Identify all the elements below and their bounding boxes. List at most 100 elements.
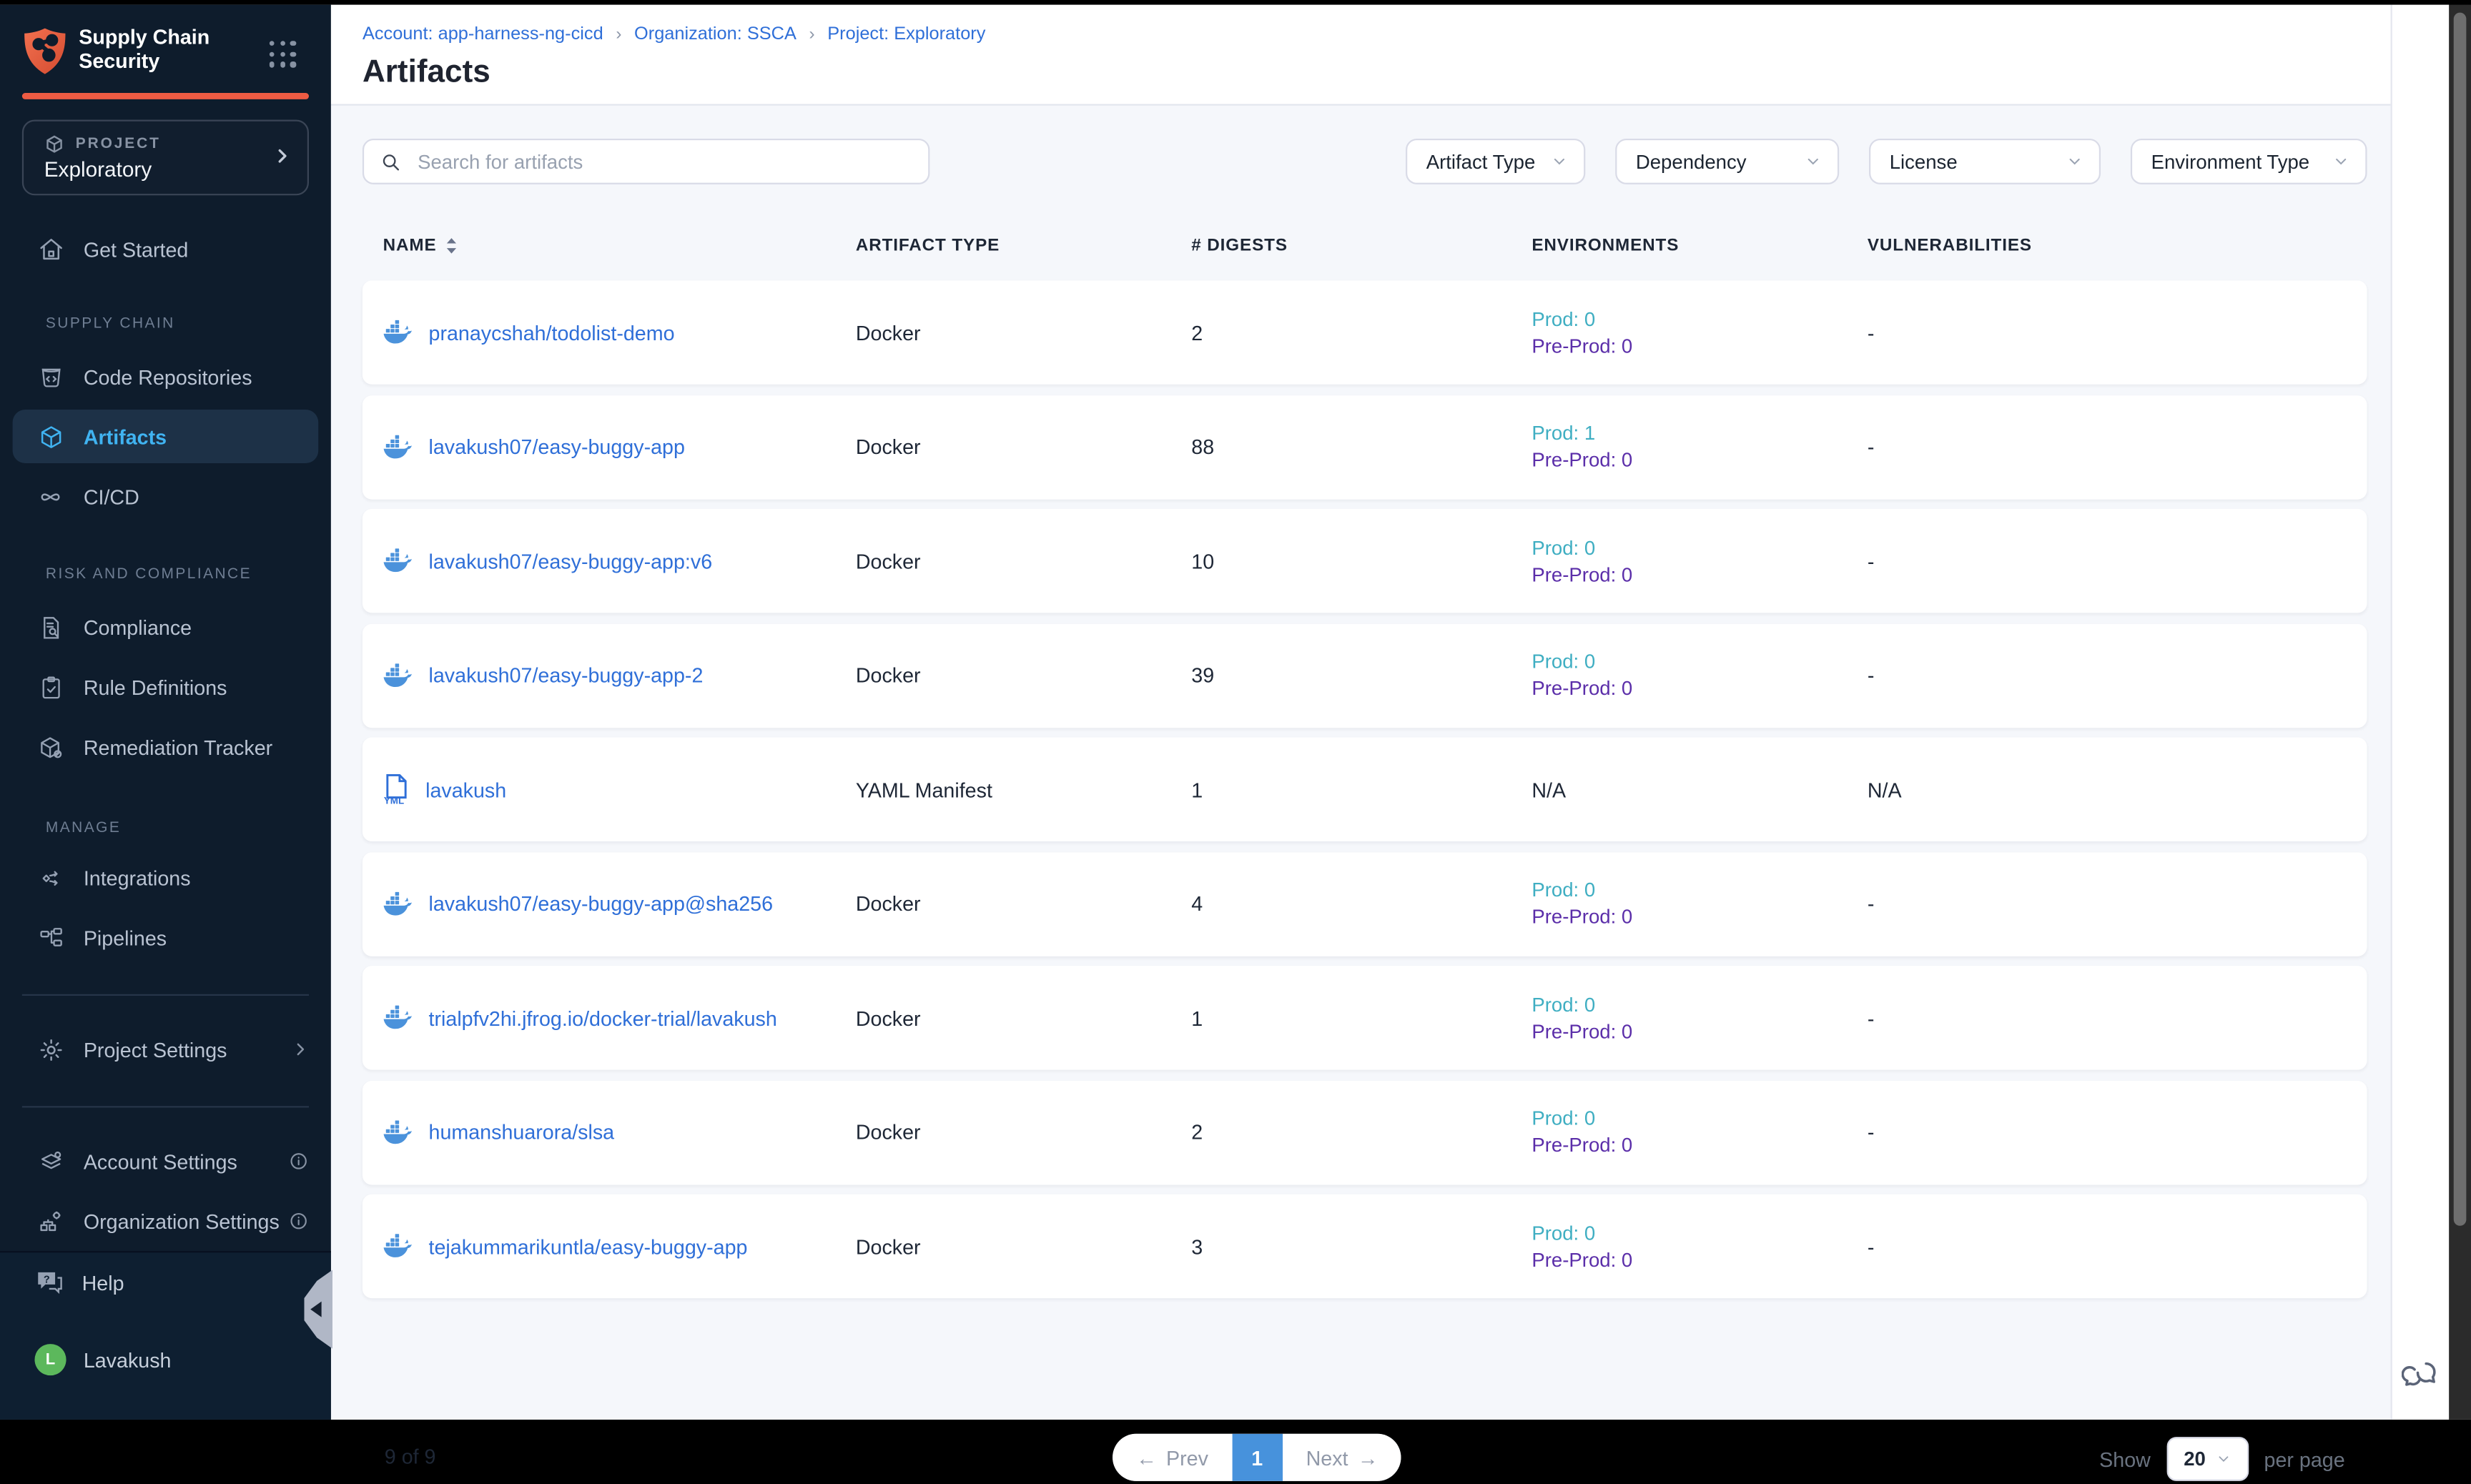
docker-icon: [383, 1005, 413, 1030]
right-gutter: [2391, 5, 2450, 1420]
pagination: ← Prev 1 Next →: [1113, 1434, 1401, 1481]
digest-count-value: 2: [1191, 1120, 1532, 1144]
prod-environment-link[interactable]: Prod: 0: [1532, 536, 1867, 558]
digest-count-value: 39: [1191, 663, 1532, 687]
prev-page-button[interactable]: ← Prev: [1113, 1434, 1232, 1481]
artifact-name-link[interactable]: lavakush07/easy-buggy-app:v6: [429, 549, 713, 573]
docker-icon: [383, 891, 413, 916]
breadcrumb-organization-link[interactable]: Organization: SSCA: [634, 25, 796, 44]
vulnerabilities-value: -: [1868, 1006, 2367, 1029]
artifact-type-value: Docker: [856, 321, 1191, 345]
arrow-left-icon: ←: [1136, 1445, 1157, 1469]
prod-environment-link[interactable]: Prod: 0: [1532, 1222, 1867, 1244]
sidebar-item-project-settings[interactable]: Project Settings: [0, 1019, 331, 1079]
prod-environment-link[interactable]: Prod: 0: [1532, 994, 1867, 1016]
docker-icon: [383, 663, 413, 688]
artifact-type-value: Docker: [856, 1235, 1191, 1258]
filter-artifact-type[interactable]: Artifact Type: [1406, 139, 1585, 184]
result-count: 9 of 9: [385, 1445, 436, 1468]
sidebar-item-remediation-tracker[interactable]: Remediation Tracker: [0, 717, 331, 777]
preprod-environment-link[interactable]: Pre-Prod: 0: [1532, 1134, 1867, 1157]
chevron-down-icon: [1805, 153, 1822, 170]
artifact-name-link[interactable]: lavakush07/easy-buggy-app: [429, 435, 685, 458]
page-size-control: Show 20 per page: [2099, 1437, 2345, 1481]
sidebar-item-organization-settings[interactable]: Organization Settings: [0, 1191, 331, 1251]
column-header-name[interactable]: NAME: [383, 237, 856, 255]
artifact-name-link[interactable]: trialpfv2hi.jfrog.io/docker-trial/lavaku…: [429, 1006, 777, 1029]
sidebar-item-artifacts[interactable]: Artifacts: [13, 410, 319, 463]
sidebar-item-code-repositories[interactable]: Code Repositories: [0, 347, 331, 407]
filter-dependency[interactable]: Dependency: [1615, 139, 1839, 184]
prod-environment-link[interactable]: Prod: 0: [1532, 308, 1867, 330]
sidebar-item-rule-definitions[interactable]: Rule Definitions: [0, 657, 331, 717]
vulnerabilities-value: -: [1868, 1235, 2367, 1258]
prod-environment-link[interactable]: Prod: 0: [1532, 1107, 1867, 1129]
docker-icon: [383, 1234, 413, 1259]
prod-environment-link[interactable]: Prod: 0: [1532, 651, 1867, 673]
artifact-name-link[interactable]: lavakush: [425, 778, 506, 801]
info-icon: [288, 1211, 309, 1232]
preprod-environment-link[interactable]: Pre-Prod: 0: [1532, 678, 1867, 700]
filter-license[interactable]: License: [1869, 139, 2101, 184]
sidebar-item-integrations[interactable]: Integrations: [0, 848, 331, 908]
project-name: Exploratory: [44, 157, 152, 181]
search-icon: [380, 150, 402, 172]
artifact-table: pranaycshah/todolist-demo Docker 2 Prod:…: [362, 280, 2367, 1308]
artifact-name-link[interactable]: lavakush07/easy-buggy-app-2: [429, 663, 704, 687]
column-header-environments: ENVIRONMENTS: [1532, 237, 1867, 255]
filter-group: Artifact Type Dependency License: [1406, 139, 2367, 184]
next-page-button[interactable]: Next →: [1283, 1434, 1402, 1481]
docker-icon: [383, 548, 413, 573]
window-top-edge: [0, 0, 2471, 5]
table-row: humanshuarora/slsa Docker 2 Prod: 0 Pre-…: [362, 1080, 2367, 1184]
environments-cell: Prod: 0 Pre-Prod: 0: [1532, 308, 1867, 357]
user-name: Lavakush: [84, 1348, 172, 1372]
project-label: PROJECT: [76, 136, 161, 153]
filter-environment-type[interactable]: Environment Type: [2131, 139, 2367, 184]
preprod-environment-link[interactable]: Pre-Prod: 0: [1532, 1249, 1867, 1271]
preprod-environment-link[interactable]: Pre-Prod: 0: [1532, 563, 1867, 585]
page-header: Account: app-harness-ng-cicd › Organizat…: [331, 5, 2392, 106]
prod-environment-link[interactable]: Prod: 0: [1532, 879, 1867, 901]
sidebar-footer: ? Help L Lavakush: [0, 1251, 331, 1420]
chevron-down-icon: [2215, 1451, 2231, 1467]
search-input[interactable]: [415, 149, 912, 174]
preprod-environment-link[interactable]: Pre-Prod: 0: [1532, 449, 1867, 471]
artifact-name-link[interactable]: humanshuarora/slsa: [429, 1120, 615, 1144]
artifact-name-link[interactable]: pranaycshah/todolist-demo: [429, 321, 675, 345]
help-button[interactable]: ? Help: [0, 1252, 331, 1312]
scrollbar-thumb[interactable]: [2454, 13, 2467, 1226]
table-header: NAME ARTIFACT TYPE # DIGESTS ENVIRONMENT…: [362, 237, 2367, 255]
table-row: YML lavakush YAML Manifest 1 N/A N/A: [362, 738, 2367, 841]
page-number-current[interactable]: 1: [1232, 1434, 1283, 1481]
breadcrumb-account-link[interactable]: Account: app-harness-ng-cicd: [362, 25, 603, 44]
table-row: tejakummarikuntla/easy-buggy-app Docker …: [362, 1194, 2367, 1298]
sidebar-item-get-started[interactable]: Get Started: [0, 219, 331, 279]
environments-na: N/A: [1532, 778, 1867, 801]
preprod-environment-link[interactable]: Pre-Prod: 0: [1532, 335, 1867, 357]
sidebar-item-pipelines[interactable]: Pipelines: [0, 908, 331, 968]
home-icon: [36, 234, 65, 263]
artifact-name-link[interactable]: lavakush07/easy-buggy-app@sha256: [429, 892, 774, 916]
chevron-right-icon: [272, 145, 291, 167]
user-menu[interactable]: L Lavakush: [0, 1330, 331, 1390]
sidebar-item-compliance[interactable]: Compliance: [0, 597, 331, 657]
artifacts-cube-icon: [36, 422, 65, 451]
search-box: [362, 139, 929, 184]
prod-environment-link[interactable]: Prod: 1: [1532, 422, 1867, 445]
project-selector[interactable]: PROJECT Exploratory: [22, 120, 309, 196]
page-size-select[interactable]: 20: [2166, 1437, 2249, 1481]
preprod-environment-link[interactable]: Pre-Prod: 0: [1532, 906, 1867, 928]
breadcrumb-project-link[interactable]: Project: Exploratory: [827, 25, 985, 44]
environments-cell: Prod: 0 Pre-Prod: 0: [1532, 994, 1867, 1042]
sidebar-item-cicd[interactable]: CI/CD: [0, 466, 331, 526]
support-chat-icon[interactable]: [2402, 1357, 2440, 1395]
app-grid-icon[interactable]: [270, 41, 296, 67]
vulnerabilities-value: -: [1868, 549, 2367, 573]
artifact-type-value: Docker: [856, 435, 1191, 458]
per-page-label: per page: [2264, 1447, 2345, 1470]
section-label-manage: MANAGE: [0, 819, 331, 836]
artifact-name-link[interactable]: tejakummarikuntla/easy-buggy-app: [429, 1235, 748, 1258]
sidebar-item-account-settings[interactable]: Account Settings: [0, 1132, 331, 1192]
preprod-environment-link[interactable]: Pre-Prod: 0: [1532, 1020, 1867, 1042]
